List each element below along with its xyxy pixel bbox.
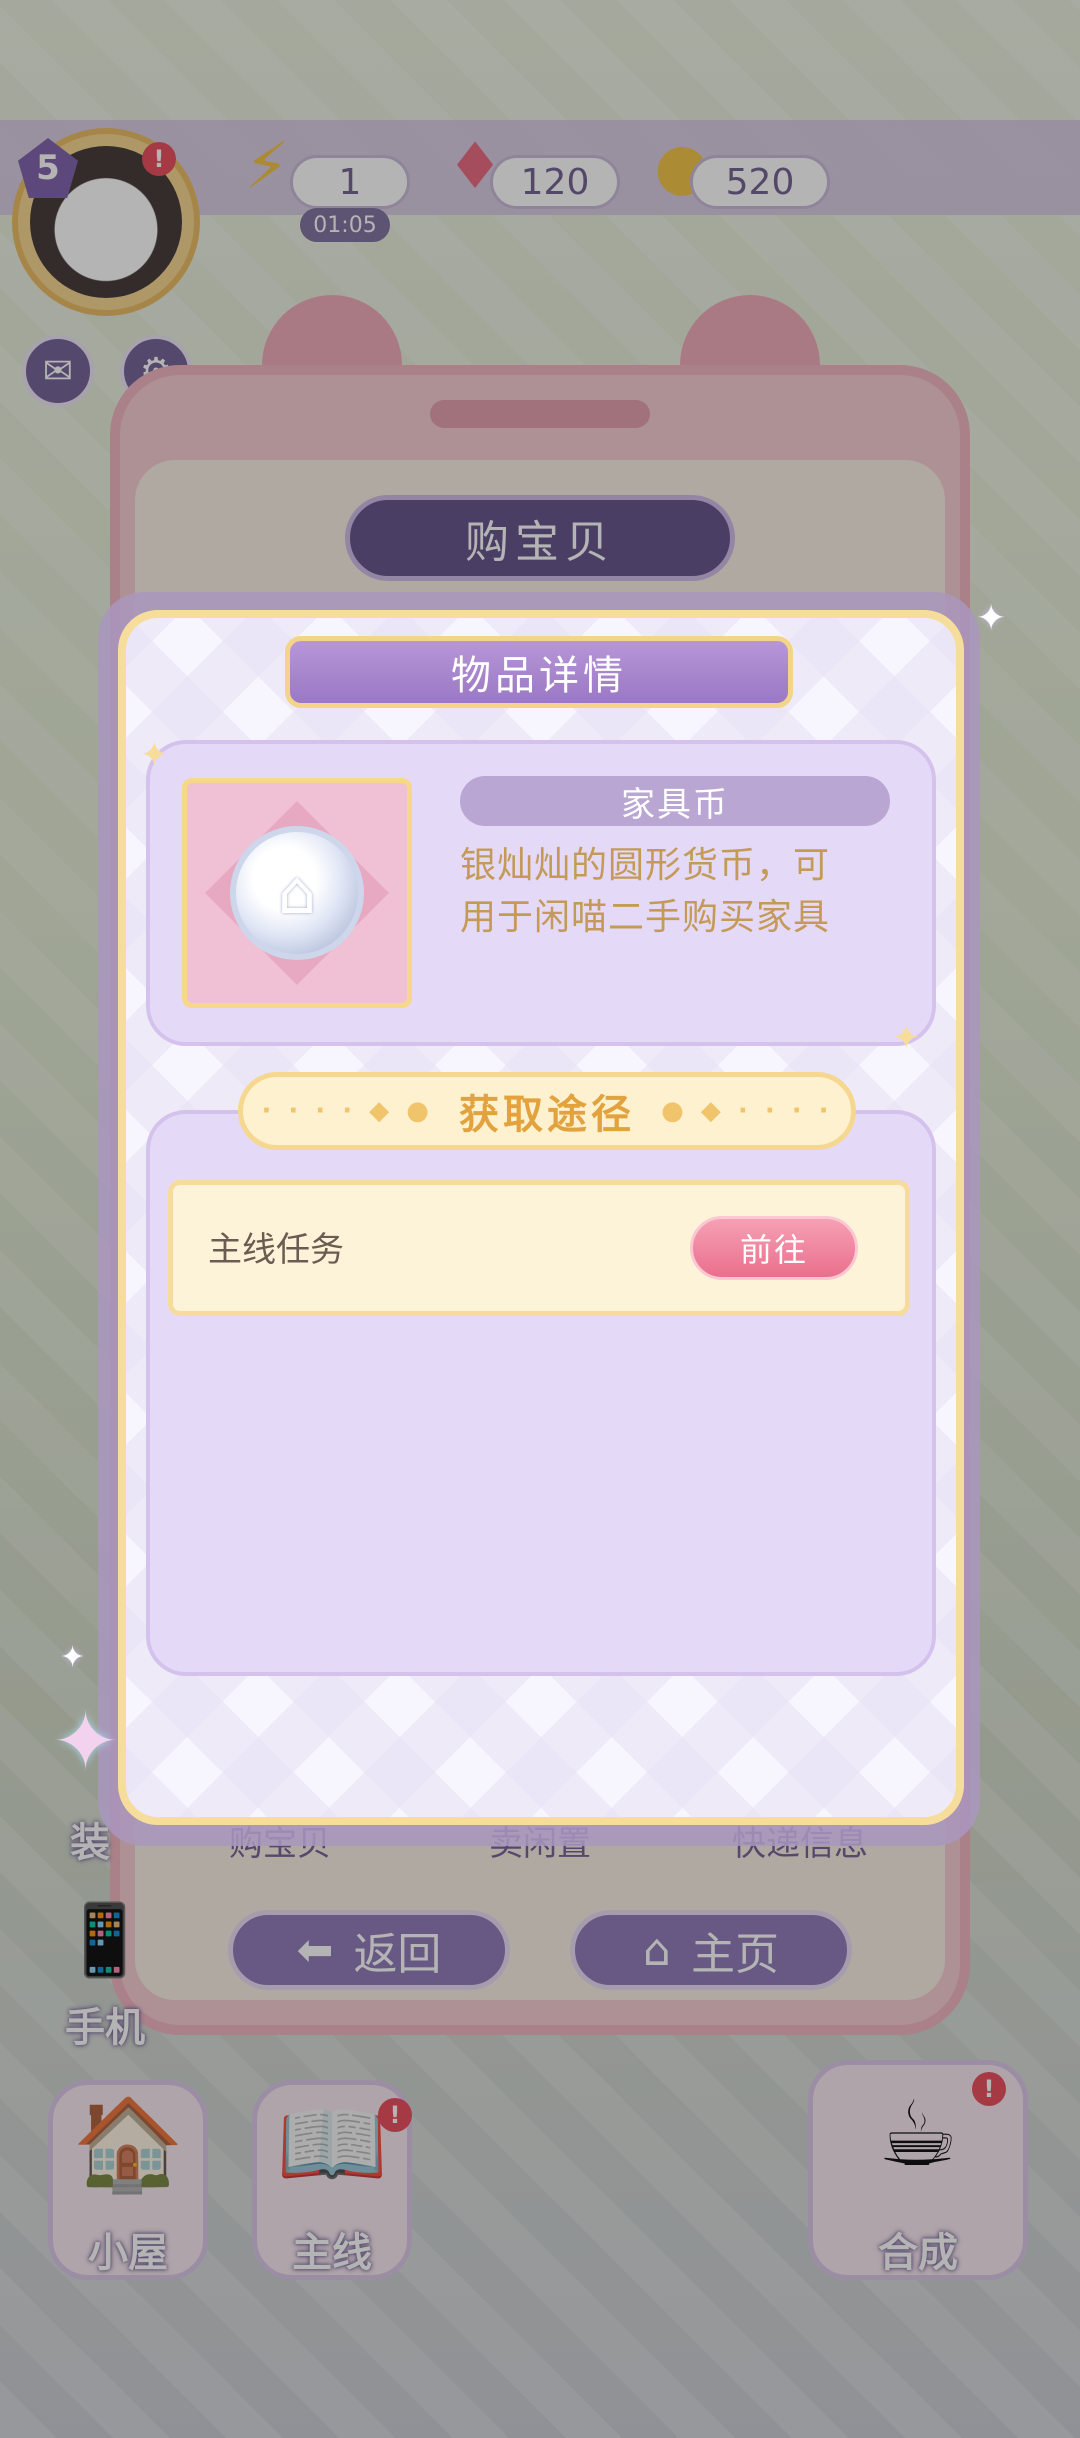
sparkle-icon: ✦ — [976, 598, 1007, 639]
sparkle-icon: ✦ — [892, 1018, 921, 1058]
sparkle-icon: ✦ — [60, 1640, 86, 1675]
house-icon: ⌂ — [277, 858, 317, 928]
furniture-coin-icon: ⌂ — [230, 826, 364, 960]
item-description-line: 用于闲喵二手购买家具 — [460, 897, 831, 938]
diamond-decor-icon: · · · · ◆ ● — [261, 1096, 459, 1126]
sparkle-icon: ✦ — [140, 735, 169, 775]
route-label: 主线任务 — [208, 1230, 344, 1270]
diamond-decor-icon: ● ◆ · · · · — [635, 1096, 833, 1126]
item-name: 家具币 — [460, 776, 890, 826]
item-description: 银灿灿的圆形货币，可 用于闲喵二手购买家具 — [460, 840, 900, 944]
star-icon: ✦ — [52, 1695, 120, 1788]
item-description-line: 银灿灿的圆形货币，可 — [460, 845, 831, 886]
acquire-title: · · · · ◆ ● 获取途径 ● ◆ · · · · — [238, 1072, 856, 1150]
modal-title: 物品详情 — [285, 636, 793, 708]
acquire-title-label: 获取途径 — [459, 1092, 635, 1138]
goto-button[interactable]: 前往 — [690, 1216, 858, 1280]
